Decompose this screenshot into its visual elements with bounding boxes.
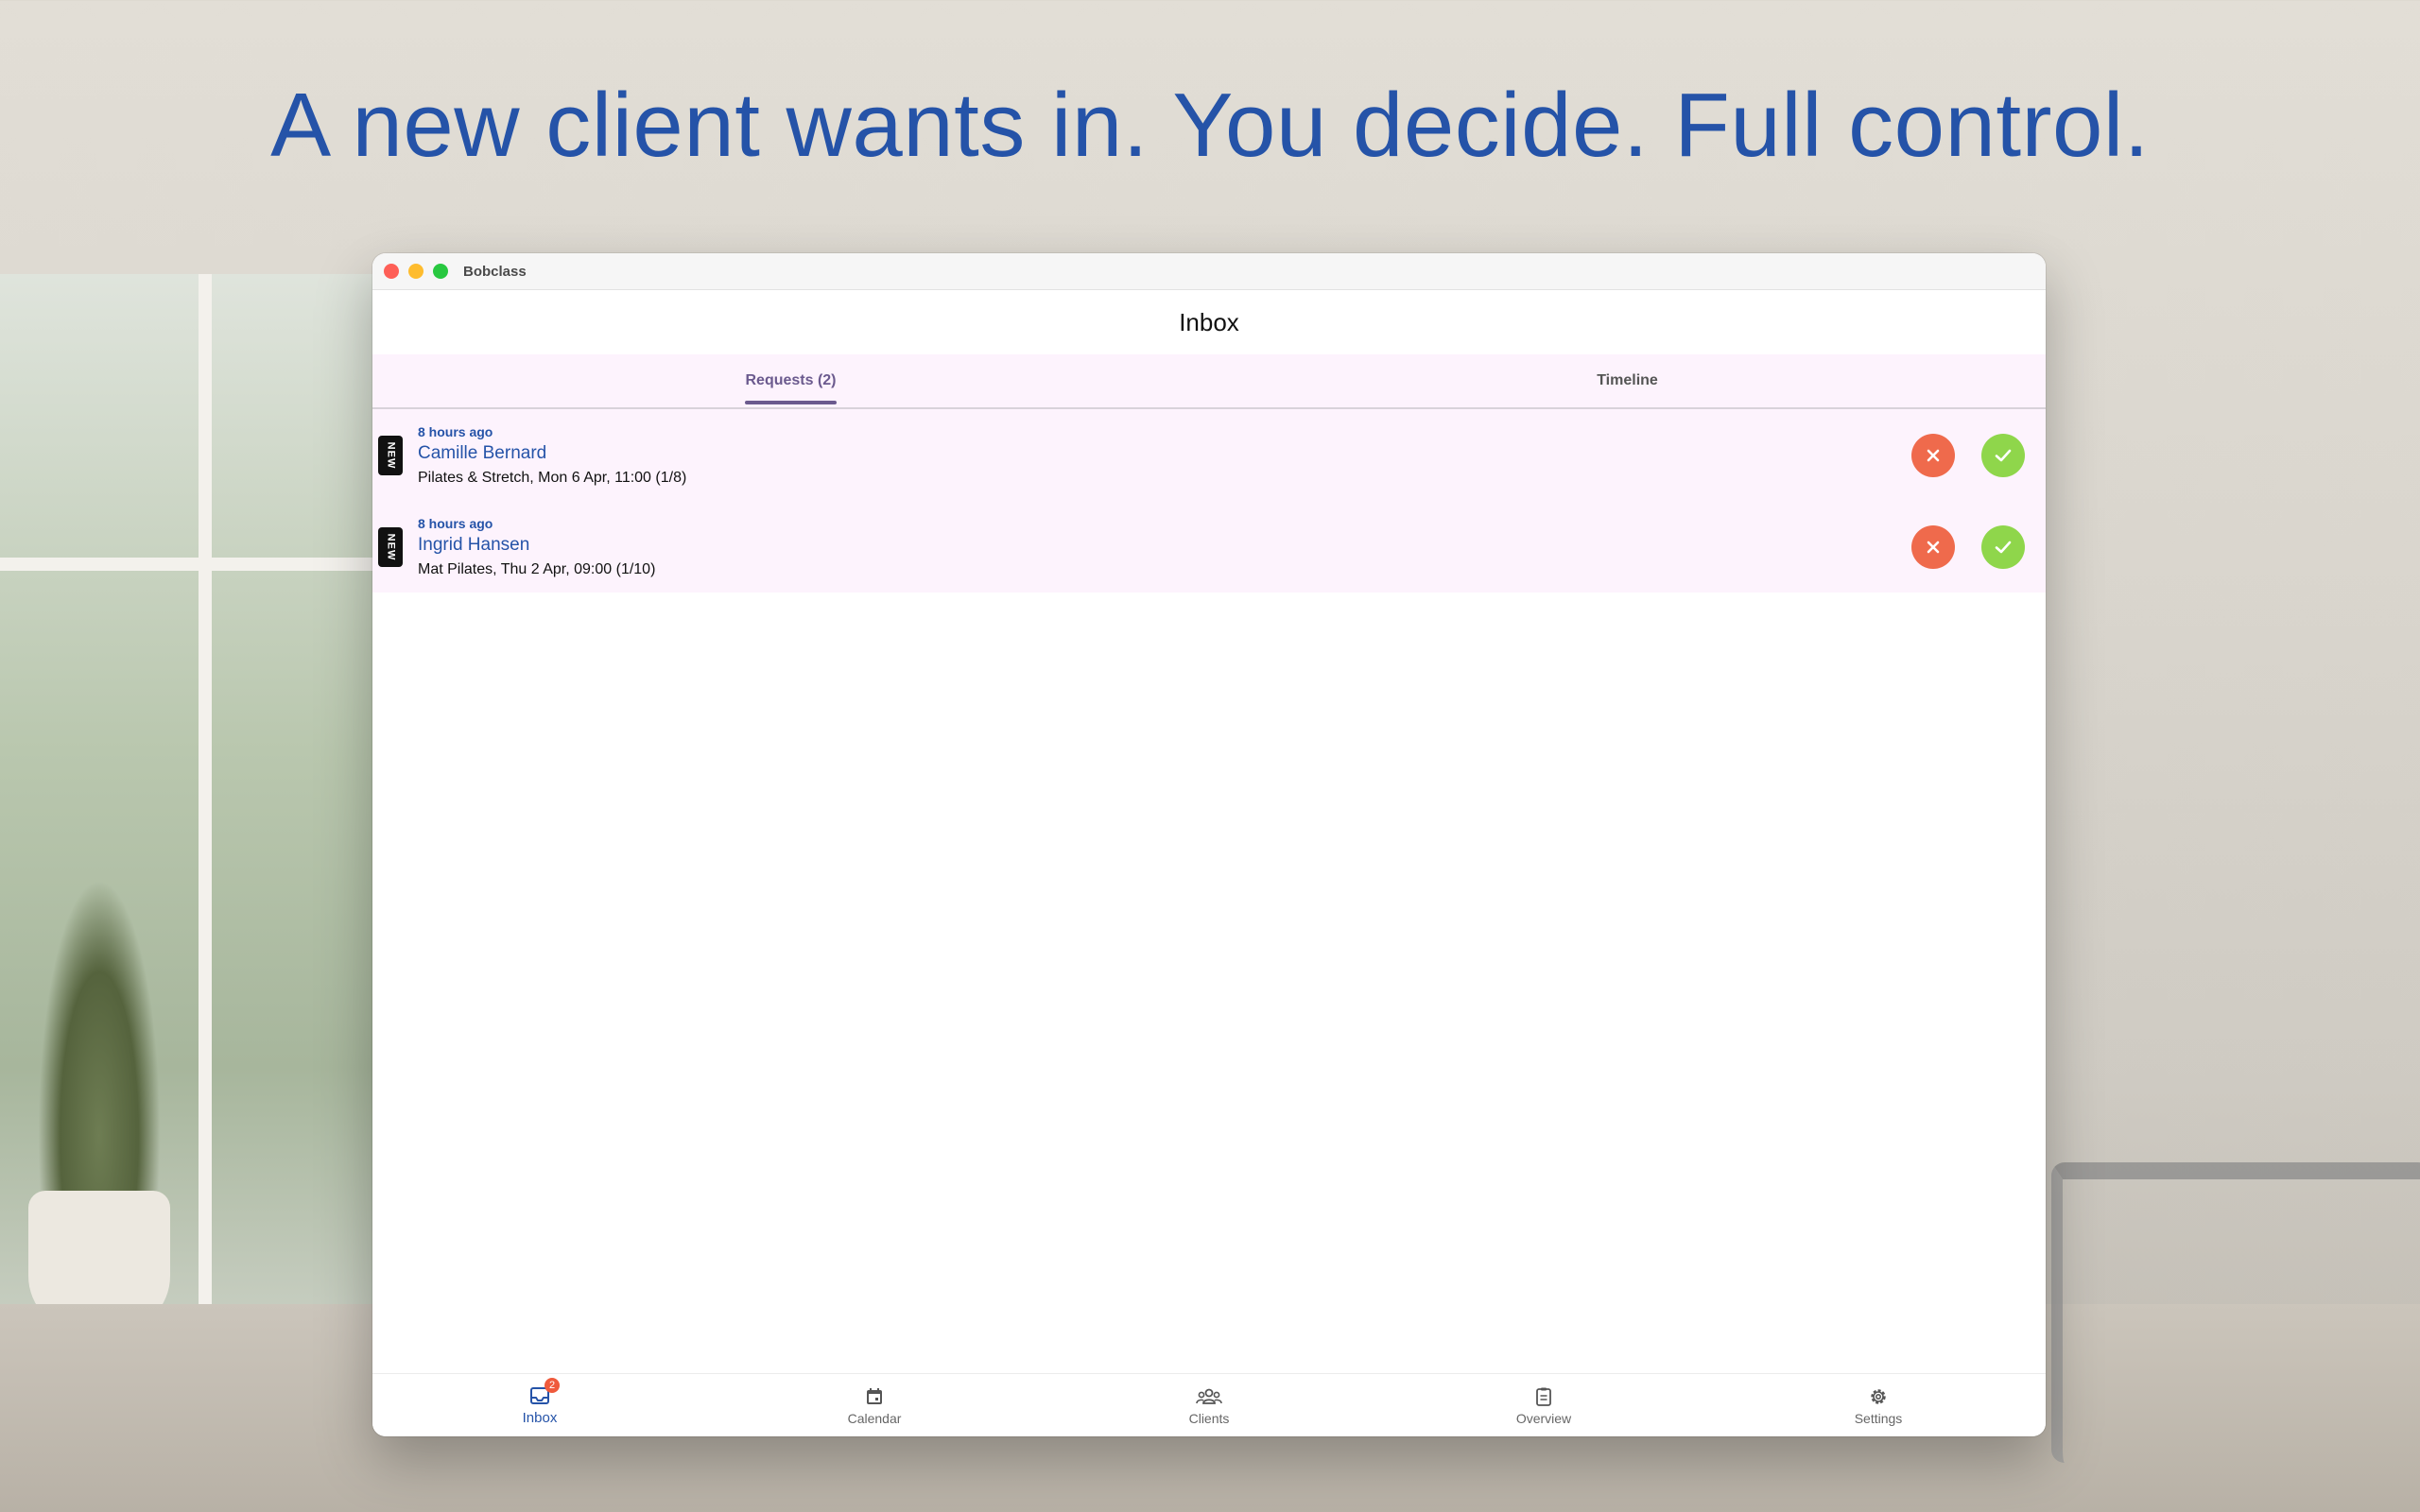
- nav-settings[interactable]: Settings: [1711, 1374, 2046, 1436]
- accept-button[interactable]: [1981, 524, 2025, 569]
- new-badge: NEW: [378, 526, 403, 567]
- nav-inbox-label: Inbox: [522, 1410, 558, 1426]
- overview-icon: [1536, 1387, 1551, 1406]
- tab-requests-label: Requests (2): [745, 372, 837, 404]
- inbox-count-badge: 2: [544, 1378, 560, 1393]
- settings-icon: [1871, 1388, 1886, 1404]
- accept-button[interactable]: [1981, 433, 2025, 477]
- check-icon: [1995, 449, 2012, 461]
- close-icon: [1927, 449, 1940, 461]
- request-actions: [1885, 524, 2025, 569]
- background-reformer: [2051, 1162, 2420, 1463]
- request-client-name[interactable]: Camille Bernard: [418, 443, 1885, 464]
- bottom-navigation: 2 Inbox Calendar Clients Overview Settin…: [372, 1373, 2046, 1436]
- request-row[interactable]: NEW 8 hours ago Camille Bernard Pilates …: [372, 409, 2046, 501]
- nav-calendar[interactable]: Calendar: [707, 1374, 1042, 1436]
- reject-button[interactable]: [1911, 433, 1955, 477]
- page-title: Inbox: [1179, 307, 1239, 336]
- check-icon: [1995, 541, 2012, 553]
- request-time: 8 hours ago: [418, 515, 493, 531]
- background-plant: [38, 879, 161, 1200]
- new-badge-label: NEW: [385, 441, 397, 469]
- request-class-detail: Pilates & Stretch, Mon 6 Apr, 11:00 (1/8…: [418, 469, 687, 486]
- request-info: 8 hours ago Ingrid Hansen Mat Pilates, T…: [418, 516, 1885, 578]
- calendar-icon: [867, 1387, 882, 1404]
- window-titlebar: Bobclass: [372, 253, 2046, 290]
- nav-clients[interactable]: Clients: [1042, 1374, 1376, 1436]
- headline: A new client wants in. You decide. Full …: [270, 75, 2150, 176]
- request-actions: [1885, 433, 2025, 477]
- inbox-tabs: Requests (2) Timeline: [372, 354, 2046, 409]
- new-badge-label: NEW: [385, 533, 397, 560]
- close-icon: [1927, 541, 1940, 553]
- tab-timeline[interactable]: Timeline: [1209, 354, 2046, 407]
- window-minimize-button[interactable]: [408, 264, 424, 279]
- nav-inbox[interactable]: 2 Inbox: [372, 1374, 707, 1436]
- nav-overview-label: Overview: [1515, 1410, 1572, 1426]
- nav-calendar-label: Calendar: [847, 1410, 902, 1426]
- window-title: Bobclass: [463, 263, 527, 280]
- app-window: Bobclass Inbox Requests (2) Timeline NEW…: [372, 253, 2046, 1436]
- tab-timeline-label: Timeline: [1597, 372, 1658, 388]
- request-time: 8 hours ago: [418, 423, 493, 439]
- request-class-detail: Mat Pilates, Thu 2 Apr, 09:00 (1/10): [418, 560, 656, 577]
- clients-icon: [1196, 1388, 1222, 1404]
- window-maximize-button[interactable]: [433, 264, 448, 279]
- nav-clients-label: Clients: [1188, 1410, 1230, 1426]
- new-badge: NEW: [378, 435, 403, 475]
- request-row[interactable]: NEW 8 hours ago Ingrid Hansen Mat Pilate…: [372, 501, 2046, 593]
- request-client-name[interactable]: Ingrid Hansen: [418, 535, 1885, 556]
- request-list: NEW 8 hours ago Camille Bernard Pilates …: [372, 409, 2046, 593]
- window-close-button[interactable]: [384, 264, 399, 279]
- nav-settings-label: Settings: [1854, 1410, 1903, 1426]
- tab-requests[interactable]: Requests (2): [372, 354, 1209, 407]
- reject-button[interactable]: [1911, 524, 1955, 569]
- request-info: 8 hours ago Camille Bernard Pilates & St…: [418, 424, 1885, 487]
- nav-overview[interactable]: Overview: [1376, 1374, 1711, 1436]
